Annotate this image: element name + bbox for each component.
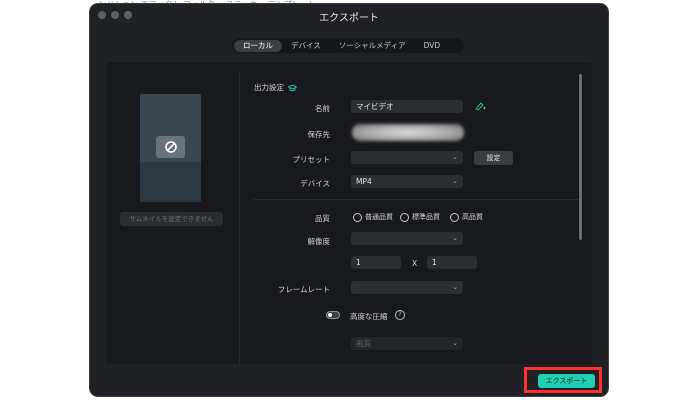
quality-option-normal[interactable]: 普通品質 <box>353 212 393 222</box>
resolution-separator: X <box>412 259 418 268</box>
settings-panel: サムネイルを設定できません 出力設定 名前 マイビデオ 保存先 プリセット ⌄ … <box>106 62 592 364</box>
chevron-down-icon: ⌄ <box>452 177 458 185</box>
device-select[interactable]: MP4 ⌄ <box>351 175 463 188</box>
advanced-compression-toggle[interactable] <box>326 311 340 319</box>
graduation-cap-icon[interactable] <box>288 83 297 92</box>
window-title: エクスポート <box>319 12 379 24</box>
chevron-down-icon: ⌄ <box>452 153 458 161</box>
ai-pen-icon[interactable] <box>475 101 487 111</box>
device-label: デバイス <box>300 179 330 188</box>
resolution-height-input[interactable]: 1 <box>427 256 477 269</box>
question-icon[interactable]: ? <box>395 310 405 320</box>
preset-settings-button[interactable]: 設定 <box>474 151 513 165</box>
quality-option-high[interactable]: 高品質 <box>450 212 483 222</box>
thumbnail-preview <box>140 94 201 202</box>
tab-social-media[interactable]: ソーシャルメディア <box>330 40 415 52</box>
name-label: 名前 <box>315 104 330 113</box>
resolution-label: 解像度 <box>307 237 331 246</box>
preset-select[interactable]: ⌄ <box>351 151 463 164</box>
export-button[interactable]: エクスポート <box>538 374 595 388</box>
no-thumbnail-icon <box>156 136 185 158</box>
export-target-tabs: ローカル デバイス ソーシャルメディア DVD <box>232 38 464 53</box>
frame-rate-select[interactable]: ⌄ <box>351 281 463 294</box>
radio-icon <box>353 212 362 222</box>
radio-icon <box>400 212 409 222</box>
minimize-window-button[interactable] <box>111 11 119 19</box>
set-thumbnail-button[interactable]: サムネイルを設定できません <box>120 212 223 226</box>
tab-dvd[interactable]: DVD <box>415 40 450 52</box>
resolution-select[interactable]: ⌄ <box>351 232 463 245</box>
advanced-compression-label: 高度な圧縮 <box>350 312 388 321</box>
radio-icon <box>450 212 459 222</box>
save-to-label: 保存先 <box>307 130 331 139</box>
output-settings-title: 出力設定 <box>254 82 297 93</box>
settings-scrollbar[interactable] <box>579 74 582 240</box>
close-window-button[interactable] <box>98 11 106 19</box>
chevron-down-icon: ⌄ <box>452 339 458 347</box>
section-divider <box>254 199 579 200</box>
quality-option-standard[interactable]: 標準品質 <box>400 212 440 222</box>
tab-local[interactable]: ローカル <box>234 39 282 52</box>
save-location-field[interactable] <box>352 124 464 141</box>
zoom-window-button[interactable] <box>124 11 132 19</box>
tab-device[interactable]: デバイス <box>282 40 330 52</box>
chevron-down-icon: ⌄ <box>452 234 458 242</box>
panel-divider <box>239 72 240 364</box>
compression-quality-select: 画質 ⌄ <box>351 337 463 350</box>
quality-label: 品質 <box>315 214 330 223</box>
resolution-width-input[interactable]: 1 <box>351 256 401 269</box>
preset-label: プリセット <box>292 155 331 164</box>
frame-rate-label: フレームレート <box>277 285 330 294</box>
name-input[interactable]: マイビデオ <box>351 100 463 113</box>
chevron-down-icon: ⌄ <box>452 283 458 291</box>
export-dialog: エクスポート ローカル デバイス ソーシャルメディア DVD サムネイルを設定で… <box>90 4 608 396</box>
window-controls <box>98 11 132 19</box>
title-bar: エクスポート <box>90 4 608 28</box>
